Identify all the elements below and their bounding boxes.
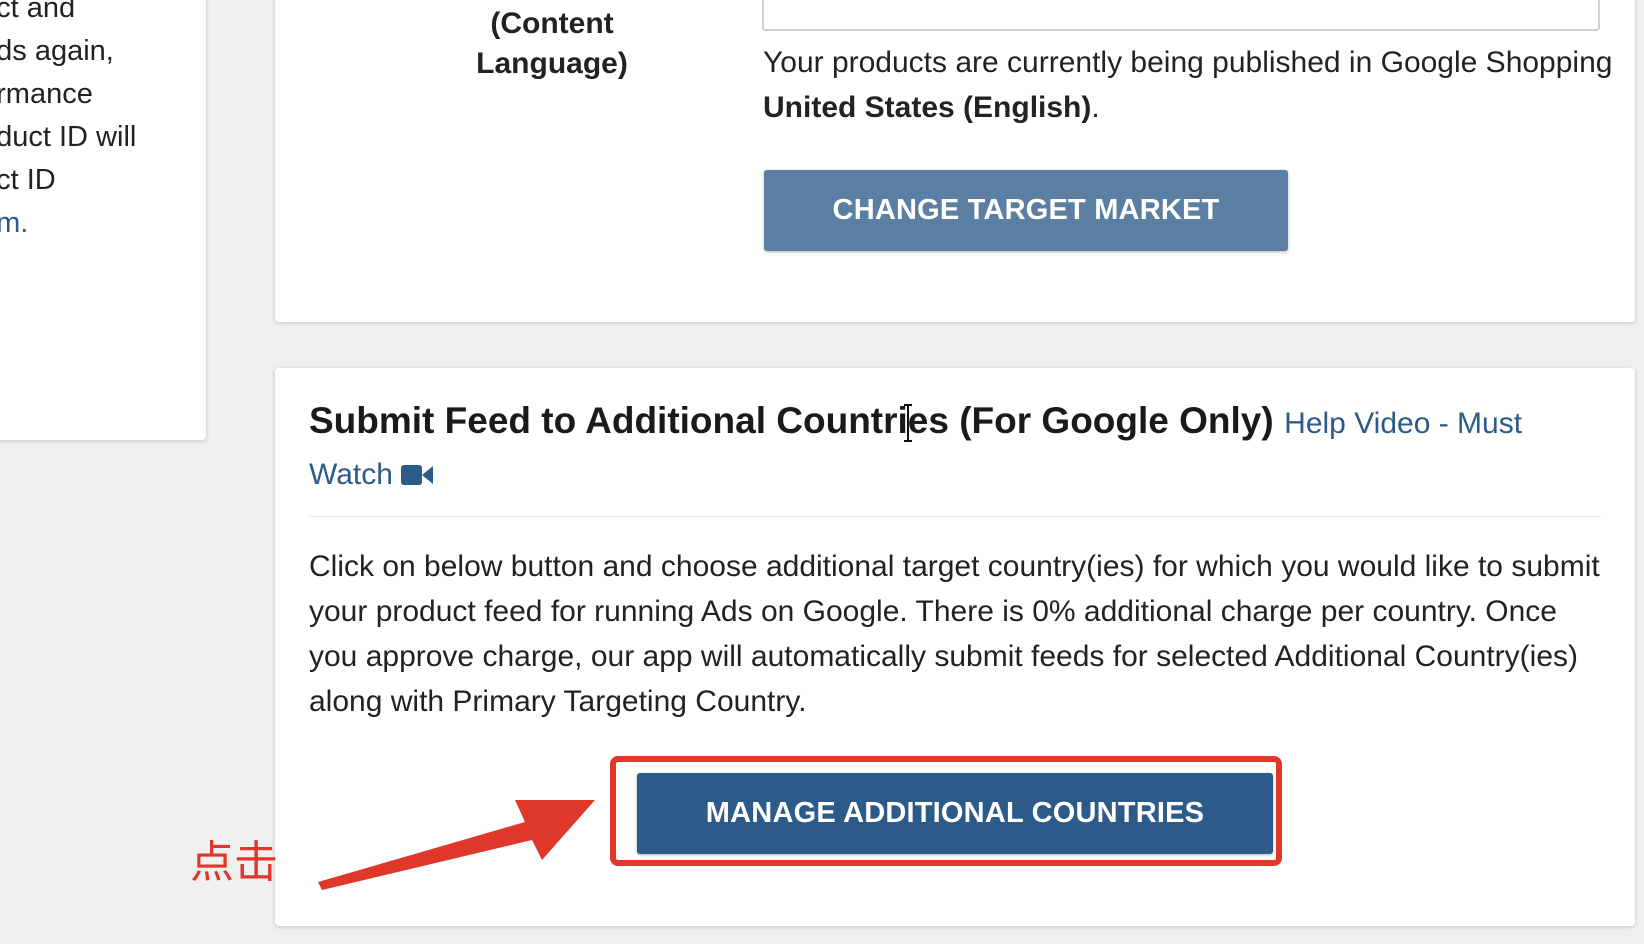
- section-divider: [309, 516, 1601, 517]
- click-annotation: 点击: [190, 837, 278, 888]
- left-text-line: ormance: [0, 78, 93, 110]
- target-market-select[interactable]: [762, 0, 1600, 31]
- left-text-line: oduct ID will: [0, 121, 137, 153]
- text-cursor-icon: [904, 404, 912, 442]
- section-header: Submit Feed to Additional Countries (For…: [309, 398, 1609, 503]
- content-language-label: (Content Language): [476, 7, 628, 80]
- status-prefix: Your products are currently being publis…: [763, 46, 1613, 79]
- video-camera-icon: [400, 454, 433, 500]
- section-description: Click on below button and choose additio…: [309, 550, 1600, 718]
- highlight-box: [610, 756, 1282, 866]
- left-text-line: uct ID: [0, 164, 56, 196]
- left-text-line: uct and: [0, 0, 76, 24]
- publishing-status-text: Your products are currently being publis…: [763, 40, 1623, 130]
- left-text-line: ads again,: [0, 35, 114, 67]
- target-market-card: (Content Language) Your products are cur…: [275, 0, 1635, 322]
- section-title: Submit Feed to Additional Countries (For…: [309, 400, 1274, 441]
- left-info-card: uct and ads again, ormance oduct ID will…: [0, 0, 206, 440]
- arrow-icon: [318, 800, 595, 890]
- left-link[interactable]: om.: [0, 201, 28, 246]
- status-suffix: .: [1091, 91, 1100, 124]
- status-market: United States (English): [763, 91, 1092, 124]
- change-target-market-button[interactable]: CHANGE TARGET MARKET: [764, 170, 1288, 251]
